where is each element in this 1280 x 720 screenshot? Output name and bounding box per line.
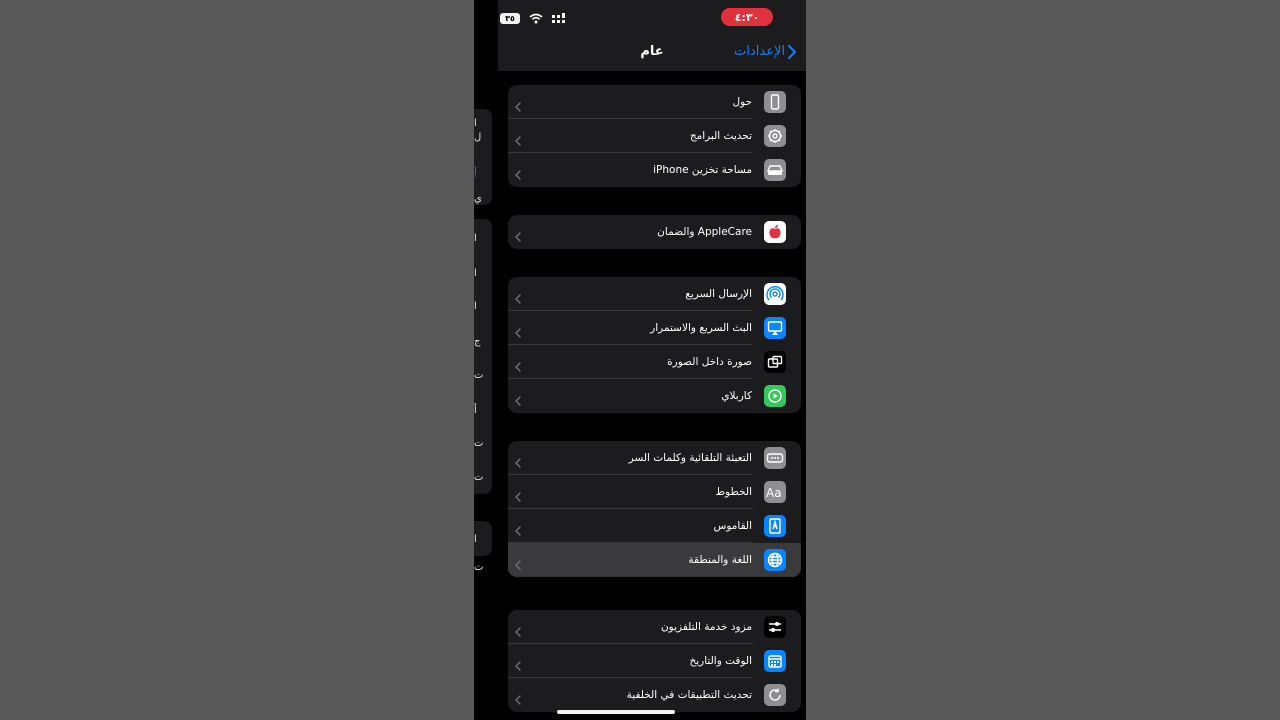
- settings-row[interactable]: Aa الخطوط: [508, 475, 801, 509]
- chevron-icon: [515, 622, 521, 641]
- status-time: ٤:٣٠: [721, 8, 773, 26]
- gear-icon: [764, 125, 786, 147]
- settings-row-label: AppleCare والضمان: [657, 226, 752, 238]
- settings-row[interactable]: تحديث البرامج: [508, 119, 801, 153]
- dictionary-icon: [764, 515, 786, 537]
- previous-screen-fragment: إ: [474, 166, 477, 177]
- general-settings-screen: ٣٥ ٤:٣٠ عام الإعدادات حول تحديث البرامج مس…: [498, 0, 806, 720]
- background-blur-right: [806, 0, 1280, 720]
- settings-row-label: البث السريع والاستمرار: [650, 322, 752, 334]
- previous-screen-fragment: ج: [474, 336, 481, 347]
- fonts-icon: Aa: [764, 481, 786, 503]
- previous-screen-fragment: ا: [474, 534, 477, 545]
- settings-row-label: تحديث البرامج: [689, 130, 752, 142]
- settings-row-label: كاربلاي: [721, 390, 752, 402]
- globe-icon: [764, 549, 786, 571]
- previous-screen-fragment: ت: [474, 472, 484, 483]
- settings-row-label: التعبئة التلقائية وكلمات السر: [628, 452, 752, 464]
- previous-group: [474, 219, 492, 494]
- settings-row[interactable]: مساحة تخزين iPhone: [508, 153, 801, 187]
- settings-row[interactable]: البث السريع والاستمرار: [508, 311, 801, 345]
- svg-text:Aa: Aa: [766, 486, 782, 499]
- chevron-icon: [515, 357, 521, 376]
- previous-screen-fragment: ا: [474, 268, 477, 279]
- settings-row-label: مزود خدمة التلفزيون: [660, 621, 752, 633]
- chevron-icon: [515, 323, 521, 342]
- chevron-icon: [515, 521, 521, 540]
- settings-group: حول تحديث البرامج مساحة تخزين iPhone: [508, 85, 801, 187]
- settings-row[interactable]: اللغة والمنطقة: [508, 543, 801, 577]
- settings-row-label: الوقت والتاريخ: [689, 655, 752, 667]
- chevron-icon: [515, 487, 521, 506]
- settings-group: مزود خدمة التلفزيون الوقت والتاريخ تحديث ا…: [508, 610, 801, 712]
- settings-row[interactable]: صورة داخل الصورة: [508, 345, 801, 379]
- settings-row-label: حول: [732, 96, 752, 108]
- settings-row-label: تحديث التطبيقات في الخلفية: [626, 689, 752, 701]
- settings-row[interactable]: AppleCare والضمان: [508, 215, 801, 249]
- carplay-icon: [764, 385, 786, 407]
- previous-screen-fragment: ي: [474, 193, 482, 204]
- previous-screen-fragment: ا: [474, 118, 477, 129]
- calendar-icon: [764, 650, 786, 672]
- previous-screen-fragment: أ: [474, 405, 477, 416]
- phone-screen: الإياااجتأتتات ٣٥ ٤:٣٠ عام الإعدادات حول…: [474, 0, 806, 720]
- chevron-back-icon: [788, 44, 796, 59]
- previous-screen-fragment: ل: [474, 132, 482, 143]
- settings-row-label: اللغة والمنطقة: [688, 554, 752, 566]
- pip-icon: [764, 351, 786, 373]
- previous-screen-edge: الإياااجتأتتات: [474, 0, 498, 720]
- airplay-icon: [764, 317, 786, 339]
- previous-screen-fragment: ت: [474, 438, 484, 449]
- autofill-icon: [764, 447, 786, 469]
- settings-row-label: الخطوط: [715, 486, 752, 498]
- home-indicator: [557, 710, 675, 714]
- settings-row[interactable]: الوقت والتاريخ: [508, 644, 801, 678]
- chevron-icon: [515, 453, 521, 472]
- previous-screen-fragment: ت: [474, 562, 484, 573]
- settings-row[interactable]: كاربلاي: [508, 379, 801, 413]
- airdrop-icon: [764, 283, 786, 305]
- settings-row[interactable]: الإرسال السريع: [508, 277, 801, 311]
- settings-group: التعبئة التلقائية وكلمات السر Aa الخطوط الق…: [508, 441, 801, 577]
- chevron-icon: [515, 391, 521, 410]
- settings-group: AppleCare والضمان: [508, 215, 801, 249]
- back-button[interactable]: الإعدادات: [734, 44, 796, 59]
- tv-provider-icon: [764, 616, 786, 638]
- apple-icon: [764, 221, 786, 243]
- settings-row[interactable]: التعبئة التلقائية وكلمات السر: [508, 441, 801, 475]
- cellular-signal-icon: [552, 13, 565, 23]
- settings-row[interactable]: القاموس: [508, 509, 801, 543]
- previous-screen-fragment: ت: [474, 370, 484, 381]
- chevron-icon: [515, 289, 521, 308]
- navigation-bar: ٣٥ ٤:٣٠ عام الإعدادات: [498, 0, 806, 71]
- settings-row-label: مساحة تخزين iPhone: [653, 164, 752, 176]
- settings-row-label: صورة داخل الصورة: [667, 356, 752, 368]
- chevron-icon: [515, 227, 521, 246]
- background-blur-left: [0, 0, 474, 720]
- chevron-icon: [515, 165, 521, 184]
- settings-row-label: القاموس: [713, 520, 753, 532]
- storage-icon: [764, 159, 786, 181]
- wifi-icon: [529, 13, 543, 24]
- previous-screen-fragment: ا: [474, 301, 477, 312]
- battery-indicator: ٣٥: [500, 13, 520, 24]
- refresh-icon: [764, 684, 786, 706]
- chevron-icon: [515, 97, 521, 116]
- chevron-icon: [515, 131, 521, 150]
- settings-group: الإرسال السريع البث السريع والاستمرار صورة…: [508, 277, 801, 413]
- settings-row[interactable]: تحديث التطبيقات في الخلفية: [508, 678, 801, 712]
- chevron-icon: [515, 690, 521, 709]
- settings-row-label: الإرسال السريع: [685, 288, 752, 300]
- back-label: الإعدادات: [734, 44, 785, 59]
- chevron-icon: [515, 656, 521, 675]
- settings-row[interactable]: حول: [508, 85, 801, 119]
- previous-screen-fragment: ا: [474, 233, 477, 244]
- phone-icon: [764, 91, 786, 113]
- chevron-icon: [515, 555, 521, 574]
- settings-row[interactable]: مزود خدمة التلفزيون: [508, 610, 801, 644]
